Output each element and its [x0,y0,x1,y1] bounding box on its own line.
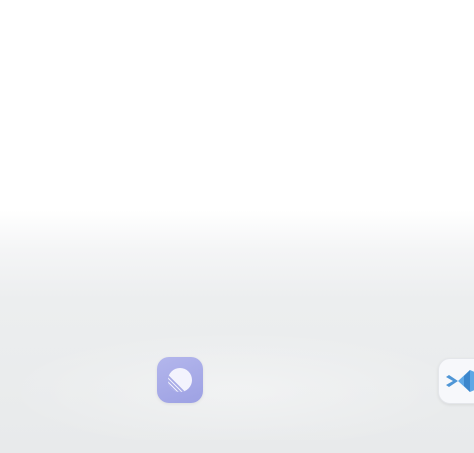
dock-area [0,330,474,440]
linear-app-icon[interactable] [157,357,203,403]
vscode-logo-icon [446,370,474,392]
desktop-screen [0,0,474,453]
linear-logo-icon [168,368,192,392]
vscode-app-icon[interactable] [438,358,474,404]
